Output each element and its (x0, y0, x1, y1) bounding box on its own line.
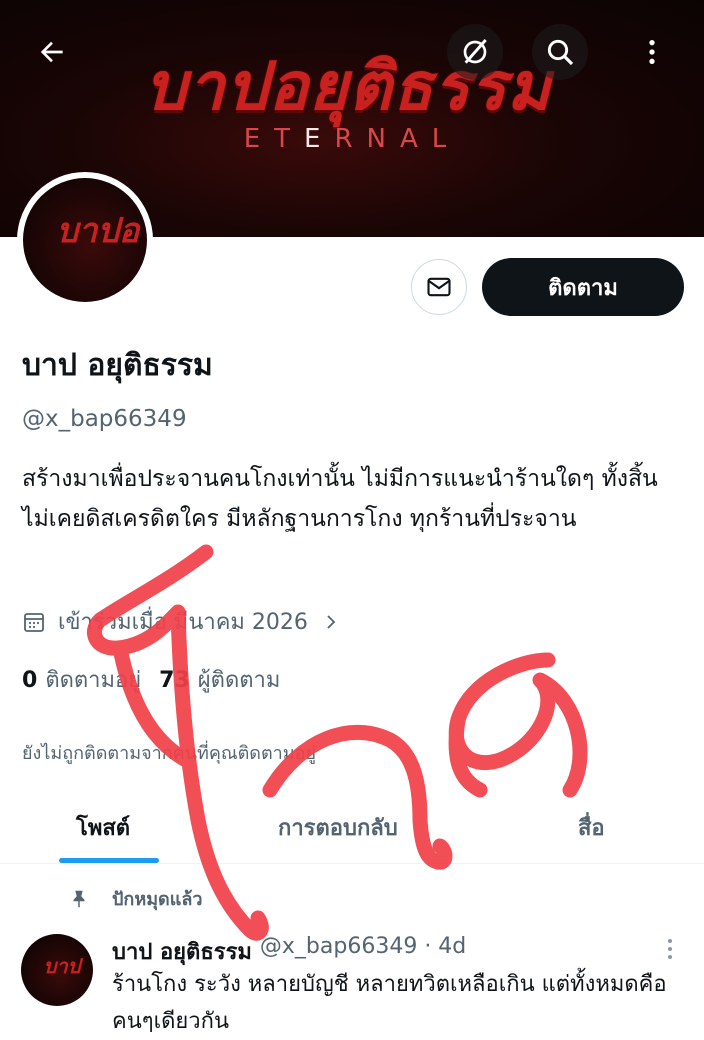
more-button[interactable] (624, 24, 680, 80)
tweet-handle-time[interactable]: @x_bap66349 · 4d (260, 934, 466, 969)
message-button[interactable] (411, 259, 467, 315)
not-followed-note: ยังไม่ถูกติดตามจากคนที่คุณติดตามอยู่ (22, 743, 316, 764)
profile-bio: สร้างมาเพื่อประจานคนโกงเท่านั้น ไม่มีการ… (22, 466, 658, 532)
tab-replies[interactable]: การตอบกลับ (278, 810, 398, 845)
arrow-left-icon (40, 41, 63, 63)
pinned-label: ปักหมุดแล้ว (112, 889, 203, 910)
banner-subtitle-right: RNAL (334, 124, 461, 154)
followers-label: ผู้ติดตาม (197, 668, 281, 693)
display-name: บาป อยุติธรรม (22, 348, 213, 383)
follow-button[interactable]: ติดตาม (482, 258, 684, 316)
tweet-author-name[interactable]: บาป อยุติธรรม (112, 934, 252, 969)
profile-tabs: โพสต์ การตอบกลับ สื่อ (0, 790, 704, 864)
joined-text: เข้าร่วมเมื่อ มีนาคม 2026 (58, 610, 308, 635)
tweet-avatar-logo-text: บาป (43, 954, 81, 978)
user-handle: @x_bap66349 (22, 406, 187, 432)
search-button[interactable] (532, 24, 588, 80)
following-label: ติดตามอยู่ (45, 668, 142, 693)
pinned-indicator: ปักหมุดแล้ว (68, 884, 202, 913)
mail-icon (427, 277, 451, 297)
following-stat[interactable]: 0 ติดตามอยู่ (22, 662, 141, 697)
banner-subtitle-left: ET (243, 124, 305, 154)
tab-media[interactable]: สื่อ (578, 810, 605, 845)
tweet-avatar[interactable]: บาป (21, 934, 93, 1006)
following-count: 0 (22, 668, 38, 693)
tweet-header: บาป อยุติธรรม @x_bap66349 · 4d (112, 934, 466, 969)
tweet-more-icon[interactable] (658, 936, 682, 962)
followers-stat[interactable]: 73 ผู้ติดตาม (159, 662, 280, 697)
tweet-text: ร้านโกง ระวัง หลายบัญชี หลายทวิตเหลือเกิ… (112, 972, 667, 1034)
back-button[interactable] (24, 24, 80, 80)
pin-icon (73, 890, 85, 907)
profile-avatar[interactable]: บาปอ (17, 172, 153, 308)
grok-icon (463, 39, 487, 64)
chevron-right-icon (327, 614, 336, 629)
more-vertical-icon (649, 40, 655, 64)
followers-count: 73 (159, 668, 190, 693)
avatar-logo-text: บาปอ (56, 211, 140, 251)
grok-button[interactable] (447, 24, 503, 80)
banner-subtitle: ETERNAL (0, 124, 704, 154)
banner-subtitle-mid: E (304, 124, 335, 154)
search-icon (547, 39, 574, 66)
follow-stats: 0 ติดตามอยู่ 73 ผู้ติดตาม (22, 662, 298, 697)
calendar-icon (24, 612, 44, 632)
active-tab-indicator (59, 858, 159, 863)
joined-date[interactable]: เข้าร่วมเมื่อ มีนาคม 2026 (22, 604, 352, 639)
tab-posts[interactable]: โพสต์ (76, 810, 130, 845)
